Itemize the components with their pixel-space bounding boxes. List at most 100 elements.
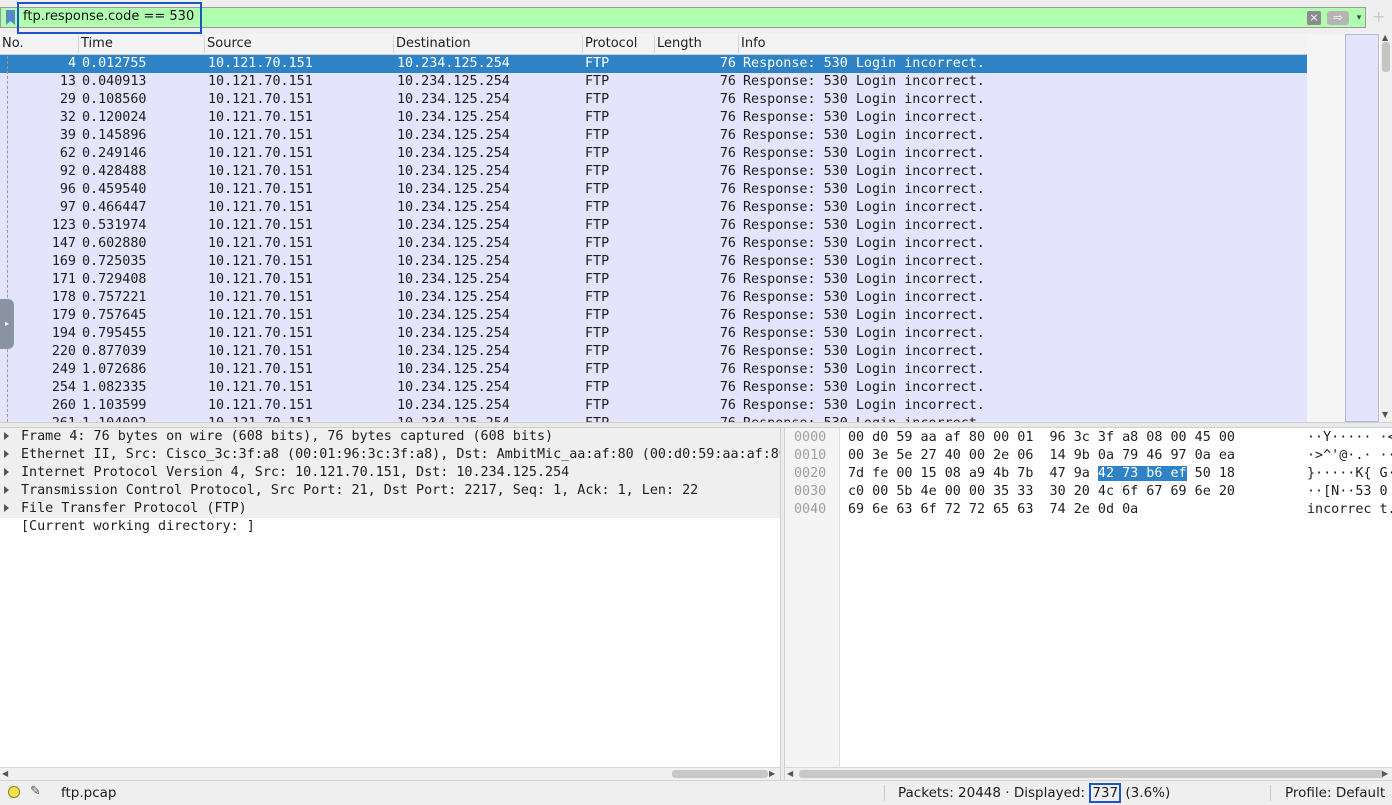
cell-destination: 10.234.125.254 <box>397 56 510 71</box>
detail-tree-item[interactable]: File Transfer Protocol (FTP) <box>0 500 780 518</box>
cell-no: 97 <box>59 200 76 215</box>
packet-row[interactable]: 92 0.428488 10.121.70.151 10.234.125.254 FTP… <box>0 163 1307 181</box>
capture-file-name: ftp.pcap <box>61 785 117 801</box>
packet-row[interactable]: 4 0.012755 10.121.70.151 10.234.125.254 FTP 7… <box>0 55 1307 73</box>
cell-length: 76 <box>719 398 736 413</box>
packet-row[interactable]: 97 0.466447 10.121.70.151 10.234.125.254 FTP… <box>0 199 1307 217</box>
scrollbar-thumb[interactable] <box>799 770 1384 778</box>
packet-row[interactable]: 123 0.531974 10.121.70.151 10.234.125.254 FT… <box>0 217 1307 235</box>
column-header-destination[interactable]: Destination <box>394 35 583 53</box>
cell-length: 76 <box>719 164 736 179</box>
column-header-protocol[interactable]: Protocol <box>583 35 655 53</box>
hex-line[interactable]: c0 00 5b 4e 00 00 35 33 30 20 4c 6f 67 6… <box>848 483 1235 501</box>
ascii-line[interactable]: ··[N··53 0 Login <box>1307 483 1392 501</box>
packet-row[interactable]: 169 0.725035 10.121.70.151 10.234.125.254 FT… <box>0 253 1307 271</box>
cell-info: Response: 530 Login incorrect. <box>743 74 985 89</box>
packet-minimap[interactable] <box>1345 34 1379 422</box>
scrollbar-thumb[interactable] <box>672 770 768 778</box>
packet-row[interactable]: 254 1.082335 10.121.70.151 10.234.125.254 FT… <box>0 379 1307 397</box>
packet-row[interactable]: 147 0.602880 10.121.70.151 10.234.125.254 FT… <box>0 235 1307 253</box>
detail-tree-item[interactable]: Internet Protocol Version 4, Src: 10.121… <box>0 464 780 482</box>
sidebar-toggle-icon[interactable]: ▸ <box>0 299 14 349</box>
byte-offset: 0030 <box>794 484 827 499</box>
hex-line[interactable]: 00 d0 59 aa af 80 00 01 96 3c 3f a8 08 0… <box>848 429 1235 447</box>
filter-history-dropdown-icon[interactable]: ▾ <box>1353 10 1365 26</box>
cell-destination: 10.234.125.254 <box>397 200 510 215</box>
apply-filter-icon[interactable]: ⇨ <box>1327 11 1349 25</box>
cell-protocol: FTP <box>585 380 610 395</box>
expand-arrow-icon[interactable] <box>4 468 9 476</box>
column-header-time[interactable]: Time <box>79 35 205 53</box>
packet-row[interactable]: 249 1.072686 10.121.70.151 10.234.125.254 FT… <box>0 361 1307 379</box>
packet-row[interactable]: 32 0.120024 10.121.70.151 10.234.125.254 FTP… <box>0 109 1307 127</box>
packet-row[interactable]: 39 0.145896 10.121.70.151 10.234.125.254 FTP… <box>0 127 1307 145</box>
packet-row[interactable]: 260 1.103599 10.121.70.151 10.234.125.254 FT… <box>0 397 1307 415</box>
expert-info-indicator-icon[interactable] <box>8 786 20 798</box>
detail-tree-item[interactable]: Transmission Control Protocol, Src Port:… <box>0 482 780 500</box>
scroll-right-icon[interactable]: ▶ <box>1382 769 1388 778</box>
detail-tree-item[interactable]: Ethernet II, Src: Cisco_3c:3f:a8 (00:01:… <box>0 446 780 464</box>
expand-arrow-icon[interactable] <box>4 450 9 458</box>
column-header-source[interactable]: Source <box>205 35 394 53</box>
scroll-right-icon[interactable]: ▶ <box>769 769 775 778</box>
cell-protocol: FTP <box>585 344 610 359</box>
clear-filter-icon[interactable]: × <box>1307 11 1321 25</box>
cell-source: 10.121.70.151 <box>208 74 313 89</box>
detail-tree-item[interactable]: [Current working directory: ] <box>0 518 780 536</box>
bytes-horizontal-scrollbar[interactable]: ◀ ▶ <box>785 767 1392 781</box>
filter-highlight-box <box>17 2 202 34</box>
packet-list-pane: No. Time Source Destination Protocol Len… <box>0 34 1392 422</box>
column-header-length[interactable]: Length <box>655 35 739 53</box>
packet-row[interactable]: 178 0.757221 10.121.70.151 10.234.125.254 FT… <box>0 289 1307 307</box>
cell-source: 10.121.70.151 <box>208 344 313 359</box>
ascii-line[interactable]: ·>^'@·.· ···yF··· <box>1307 447 1392 465</box>
hex-line[interactable]: 7d fe 00 15 08 a9 4b 7b 47 9a 42 73 b6 e… <box>848 465 1235 483</box>
bookmark-icon[interactable] <box>5 10 16 25</box>
byte-offset: 0040 <box>794 502 827 517</box>
cell-length: 76 <box>719 362 736 377</box>
scrollbar-thumb[interactable] <box>1382 42 1390 72</box>
packet-list-scrollbar[interactable]: ▲ ▼ <box>1380 34 1392 422</box>
cell-source: 10.121.70.151 <box>208 290 313 305</box>
cell-length: 76 <box>719 380 736 395</box>
expand-arrow-icon[interactable] <box>4 486 9 494</box>
scroll-left-icon[interactable]: ◀ <box>2 769 8 778</box>
expand-arrow-icon[interactable] <box>4 432 9 440</box>
packet-row[interactable]: 171 0.729408 10.121.70.151 10.234.125.254 FT… <box>0 271 1307 289</box>
add-filter-button-icon[interactable]: + <box>1372 7 1385 27</box>
column-header-no[interactable]: No. <box>0 35 79 53</box>
ascii-line[interactable]: incorrec t.·· <box>1307 501 1392 519</box>
cell-time: 0.795455 <box>82 326 147 341</box>
cell-protocol: FTP <box>585 254 610 269</box>
details-horizontal-scrollbar[interactable]: ◀ ▶ <box>0 767 780 781</box>
detail-tree-item[interactable]: Frame 4: 76 bytes on wire (608 bits), 76… <box>0 428 780 446</box>
packet-row[interactable]: 96 0.459540 10.121.70.151 10.234.125.254 FTP… <box>0 181 1307 199</box>
packet-row[interactable]: 13 0.040913 10.121.70.151 10.234.125.254 FTP… <box>0 73 1307 91</box>
byte-offset: 0020 <box>794 466 827 481</box>
ascii-line[interactable]: }·····K{ G·Bs··P· <box>1307 465 1392 483</box>
cell-length: 76 <box>719 236 736 251</box>
cell-protocol: FTP <box>585 128 610 143</box>
cell-info: Response: 530 Login incorrect. <box>743 272 985 287</box>
hex-line[interactable]: 00 3e 5e 27 40 00 2e 06 14 9b 0a 79 46 9… <box>848 447 1235 465</box>
cell-length: 76 <box>719 344 736 359</box>
packet-row[interactable]: 261 1.104092 10.121.70.151 10.234.125.254 FT… <box>0 415 1307 422</box>
scroll-left-icon[interactable]: ◀ <box>787 769 793 778</box>
packet-row[interactable]: 62 0.249146 10.121.70.151 10.234.125.254 FTP… <box>0 145 1307 163</box>
scroll-up-icon[interactable]: ▲ <box>1382 34 1388 42</box>
display-filter-input[interactable]: ftp.response.code == 530 × ⇨ ▾ <box>0 7 1366 28</box>
cell-destination: 10.234.125.254 <box>397 254 510 269</box>
cell-protocol: FTP <box>585 164 610 179</box>
column-header-info[interactable]: Info <box>739 35 1345 53</box>
hex-line[interactable]: 69 6e 63 6f 72 72 65 63 74 2e 0d 0a <box>848 501 1138 519</box>
scroll-down-icon[interactable]: ▼ <box>1382 410 1388 419</box>
packet-row[interactable]: 194 0.795455 10.121.70.151 10.234.125.254 FT… <box>0 325 1307 343</box>
packet-row[interactable]: 29 0.108560 10.121.70.151 10.234.125.254 FTP… <box>0 91 1307 109</box>
packet-row[interactable]: 220 0.877039 10.121.70.151 10.234.125.254 FT… <box>0 343 1307 361</box>
packet-row[interactable]: 179 0.757645 10.121.70.151 10.234.125.254 FT… <box>0 307 1307 325</box>
capture-comment-icon[interactable]: ✎ <box>30 784 41 799</box>
detail-text: Transmission Control Protocol, Src Port:… <box>21 483 699 498</box>
profile-switcher[interactable]: Profile: Default <box>1285 785 1385 801</box>
ascii-line[interactable]: ··Y····· ·<?···E· <box>1307 429 1392 447</box>
expand-arrow-icon[interactable] <box>4 504 9 512</box>
